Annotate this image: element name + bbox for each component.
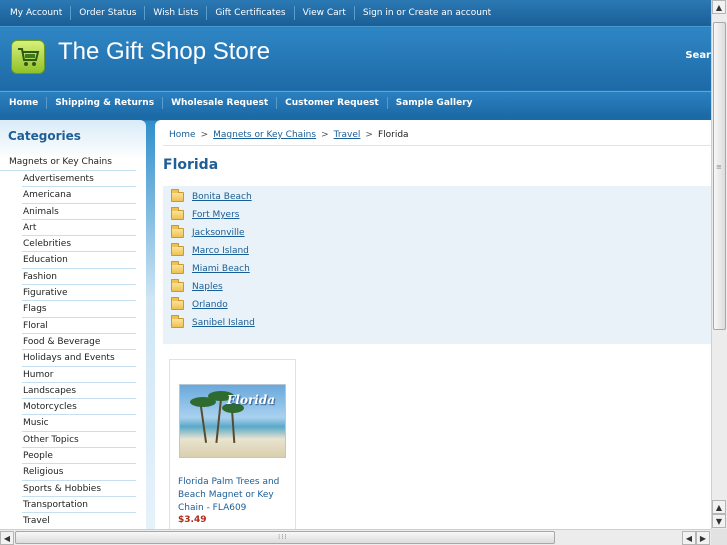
folder-icon bbox=[171, 189, 184, 202]
breadcrumb-separator: > bbox=[321, 130, 329, 140]
sidebar-item[interactable]: Travel bbox=[22, 513, 136, 529]
sidebar-item[interactable]: Art bbox=[22, 220, 136, 237]
sidebar-item[interactable]: Music bbox=[22, 415, 136, 432]
nav-sample-gallery[interactable]: Sample Gallery bbox=[388, 97, 481, 109]
folder-icon bbox=[171, 315, 184, 328]
shopping-cart-icon[interactable] bbox=[11, 40, 45, 74]
sidebar-item[interactable]: Transportation bbox=[22, 497, 136, 514]
scroll-left-icon[interactable]: ◀ bbox=[0, 531, 14, 545]
sidebar-item[interactable]: People bbox=[22, 448, 136, 465]
breadcrumb-separator: > bbox=[200, 130, 209, 140]
nav-shipping-returns[interactable]: Shipping & Returns bbox=[47, 96, 164, 109]
main-content: Home > Magnets or Key Chains > Travel > Florid… bbox=[155, 120, 711, 529]
scroll-right-icon[interactable]: ▶ bbox=[696, 531, 710, 545]
product-name-link[interactable]: Florida Palm Trees and Beach Magnet or K… bbox=[178, 476, 290, 515]
breadcrumb-divider bbox=[163, 145, 711, 146]
store-header: The Gift Shop Store Sear bbox=[0, 28, 711, 90]
folder-icon bbox=[171, 225, 184, 238]
nav-wholesale-request[interactable]: Wholesale Request bbox=[163, 96, 278, 109]
scroll-left-icon[interactable]: ◀ bbox=[682, 531, 696, 545]
sidebar-item[interactable]: Education bbox=[22, 252, 136, 269]
folder-icon bbox=[171, 207, 184, 220]
main-nav: Home Shipping & Returns Wholesale Reques… bbox=[0, 91, 711, 113]
my-account-link[interactable]: My Account bbox=[2, 6, 72, 20]
scroll-up-icon[interactable]: ▲ bbox=[712, 0, 726, 14]
sidebar-item[interactable]: Celebrities bbox=[22, 236, 136, 253]
sign-in-link[interactable]: Sign in or Create an account bbox=[355, 6, 499, 20]
sidebar-item[interactable]: Holidays and Events bbox=[22, 350, 136, 367]
subcategory-list: Bonita Beach Fort Myers Jacksonville Mar… bbox=[163, 186, 711, 344]
sidebar-item[interactable]: Other Topics bbox=[22, 432, 136, 449]
scroll-down-icon[interactable]: ▼ bbox=[712, 514, 726, 528]
categories-sidebar: Categories Magnets or Key Chains Adverti… bbox=[0, 120, 146, 529]
scroll-grip: ⁞⁞⁞ bbox=[278, 533, 288, 541]
page-title: Florida bbox=[163, 157, 219, 173]
subcategory-item[interactable]: Naples bbox=[171, 279, 223, 295]
sidebar-item[interactable]: Americana bbox=[22, 187, 136, 204]
horizontal-scroll-thumb[interactable]: ⁞⁞⁞ bbox=[15, 531, 555, 544]
sidebar-item[interactable]: Religious bbox=[22, 464, 136, 481]
breadcrumb-separator: > bbox=[365, 130, 373, 140]
scrollbar-corner bbox=[711, 529, 727, 545]
vertical-scrollbar[interactable]: ▲ ≡ ▲ ▼ bbox=[711, 0, 727, 529]
breadcrumb-travel[interactable]: Travel bbox=[334, 130, 361, 140]
product-image-caption: Florida bbox=[226, 393, 275, 407]
sidebar-item[interactable]: Landscapes bbox=[22, 383, 136, 400]
sidebar-item[interactable]: Figurative bbox=[22, 285, 136, 302]
subcategory-item[interactable]: Jacksonville bbox=[171, 225, 245, 241]
subcategory-link[interactable]: Marco Island bbox=[192, 246, 249, 256]
sidebar-item[interactable]: Food & Beverage bbox=[22, 334, 136, 351]
subcategory-item[interactable]: Marco Island bbox=[171, 243, 249, 259]
subcategory-item[interactable]: Bonita Beach bbox=[171, 189, 252, 205]
browser-viewport: My Account Order Status Wish Lists Gift … bbox=[0, 0, 711, 529]
folder-icon bbox=[171, 261, 184, 274]
subcategory-link[interactable]: Jacksonville bbox=[192, 228, 245, 238]
nav-home[interactable]: Home bbox=[1, 96, 48, 109]
product-price: $3.49 bbox=[178, 515, 207, 525]
product-card[interactable]: Florida Florida Palm Trees and Beach Mag… bbox=[169, 359, 296, 529]
breadcrumb-current: Florida bbox=[377, 130, 409, 140]
search-label: Sear bbox=[685, 50, 711, 61]
sidebar-item[interactable]: Fashion bbox=[22, 269, 136, 286]
subcategory-link[interactable]: Naples bbox=[192, 282, 223, 292]
subcategory-link[interactable]: Orlando bbox=[192, 300, 228, 310]
subcategory-item[interactable]: Miami Beach bbox=[171, 261, 250, 277]
vertical-scroll-thumb[interactable]: ≡ bbox=[713, 22, 726, 330]
subcategory-link[interactable]: Bonita Beach bbox=[192, 192, 252, 202]
folder-icon bbox=[171, 297, 184, 310]
product-image[interactable]: Florida bbox=[179, 384, 286, 458]
store-title[interactable]: The Gift Shop Store bbox=[58, 38, 270, 66]
sidebar-item[interactable]: Humor bbox=[22, 367, 136, 383]
nav-customer-request[interactable]: Customer Request bbox=[277, 96, 388, 109]
breadcrumb: Home > Magnets or Key Chains > Travel > Florid… bbox=[169, 130, 409, 140]
subcategory-item[interactable]: Orlando bbox=[171, 297, 228, 313]
sidebar-item[interactable]: Sports & Hobbies bbox=[22, 481, 136, 497]
folder-icon bbox=[171, 243, 184, 256]
folder-icon bbox=[171, 279, 184, 292]
subcategory-item[interactable]: Fort Myers bbox=[171, 207, 239, 223]
categories-heading: Categories bbox=[8, 129, 81, 143]
horizontal-scrollbar[interactable]: ◀ ⁞⁞⁞ ◀ ▶ bbox=[0, 529, 711, 545]
sidebar-item-magnets-key-chains[interactable]: Magnets or Key Chains bbox=[0, 154, 136, 171]
scroll-up-icon[interactable]: ▲ bbox=[712, 500, 726, 514]
sidebar-item[interactable]: Motorcycles bbox=[22, 399, 136, 416]
view-cart-link[interactable]: View Cart bbox=[295, 6, 355, 20]
account-bar: My Account Order Status Wish Lists Gift … bbox=[0, 0, 711, 27]
breadcrumb-magnets[interactable]: Magnets or Key Chains bbox=[213, 130, 316, 140]
sidebar-item[interactable]: Floral bbox=[22, 318, 136, 334]
category-list: Advertisements Americana Animals Art Cel… bbox=[0, 171, 146, 529]
subcategory-link[interactable]: Miami Beach bbox=[192, 264, 250, 274]
scroll-grip: ≡ bbox=[716, 163, 723, 171]
order-status-link[interactable]: Order Status bbox=[71, 6, 146, 20]
sidebar-item[interactable]: Flags bbox=[22, 301, 136, 318]
sidebar-item[interactable]: Animals bbox=[22, 204, 136, 220]
sidebar-item[interactable]: Advertisements bbox=[22, 171, 136, 188]
subcategory-item[interactable]: Sanibel Island bbox=[171, 315, 255, 331]
subcategory-link[interactable]: Sanibel Island bbox=[192, 318, 255, 328]
breadcrumb-home[interactable]: Home bbox=[169, 130, 196, 140]
gift-certificates-link[interactable]: Gift Certificates bbox=[207, 6, 295, 20]
subcategory-link[interactable]: Fort Myers bbox=[192, 210, 239, 220]
wish-lists-link[interactable]: Wish Lists bbox=[145, 6, 208, 20]
